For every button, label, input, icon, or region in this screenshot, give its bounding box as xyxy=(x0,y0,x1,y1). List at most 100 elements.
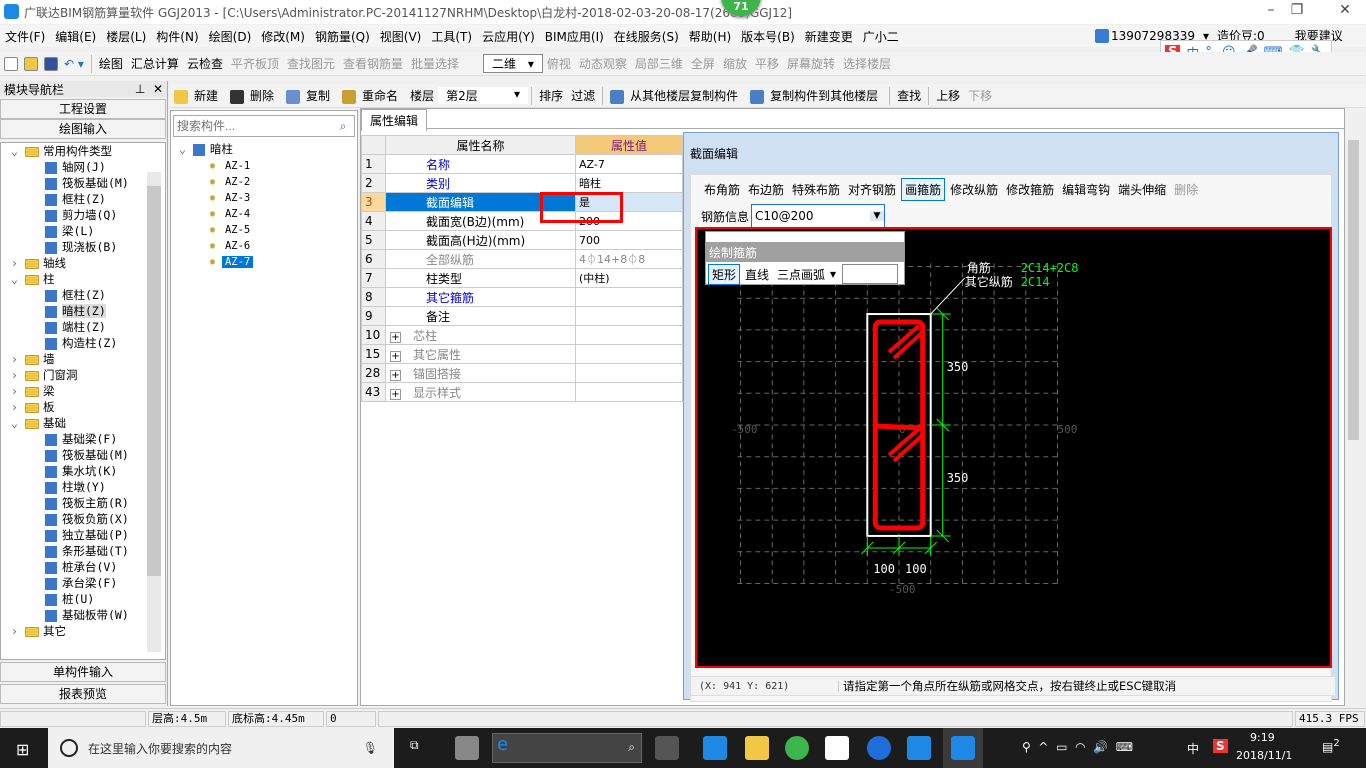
property-value-cell[interactable]: AZ-7 xyxy=(575,154,683,174)
view-toolbar-button[interactable]: 屏幕旋转 xyxy=(783,55,839,72)
component-item[interactable]: ✹ AZ-5 xyxy=(179,221,357,237)
tree-item[interactable]: 剪力墙(Q) xyxy=(1,207,165,223)
view-toolbar-button[interactable]: 全屏 xyxy=(687,55,719,72)
property-scrollbar[interactable] xyxy=(1345,130,1362,702)
tree-folder[interactable]: › 梁 xyxy=(1,383,165,399)
chevron-down-icon[interactable]: ▾ xyxy=(830,267,836,281)
maximize-button[interactable]: ❐ xyxy=(1282,2,1312,18)
report-preview-button[interactable]: 报表预览 xyxy=(0,684,166,704)
view-toolbar-button[interactable]: 俯视 xyxy=(543,55,575,72)
tree-item[interactable]: 现浇板(B) xyxy=(1,239,165,255)
component-search-input[interactable] xyxy=(174,116,332,136)
app-icon[interactable] xyxy=(455,736,479,760)
chevron-down-icon[interactable]: ⌄ xyxy=(11,415,25,431)
tree-folder[interactable]: › 门窗洞 xyxy=(1,367,165,383)
toolbar-button-disabled[interactable]: 平齐板顶 xyxy=(227,55,283,72)
undo-icon[interactable]: ↶ ▾ xyxy=(60,57,88,71)
copy-button[interactable]: 复制 xyxy=(282,87,338,104)
menu-item[interactable]: 构件(N) xyxy=(151,28,203,45)
section-tool-button[interactable]: 特殊布筋 xyxy=(789,179,843,200)
menu-item[interactable]: 云应用(Y) xyxy=(477,28,540,45)
toolbar-button-disabled[interactable]: 批量选择 xyxy=(407,55,463,72)
view-toolbar-button[interactable]: 选择楼层 xyxy=(839,55,895,72)
component-item[interactable]: ✹ AZ-4 xyxy=(179,205,357,221)
windows-start-icon[interactable]: ⊞ xyxy=(16,740,29,759)
component-item[interactable]: ✹ AZ-1 xyxy=(179,157,357,173)
section-canvas[interactable]: -500500-5000350350100100角筋2C14+2C8其它纵筋2C… xyxy=(695,227,1332,668)
property-row[interactable]: 6 全部纵筋 4⏀14+8⏀8 xyxy=(361,249,683,269)
floor-select[interactable]: 第2层 ▾ xyxy=(438,87,529,104)
tree-item[interactable]: 条形基础(T) xyxy=(1,543,165,559)
property-row[interactable]: 5 截面高(H边)(mm) 700 xyxy=(361,230,683,250)
browser-360-icon[interactable] xyxy=(785,736,809,760)
microphone-icon[interactable]: 🎙 xyxy=(363,741,378,755)
menu-item[interactable]: 在线服务(S) xyxy=(609,28,684,45)
tree-folder[interactable]: ⌄ 柱 xyxy=(1,271,165,287)
chevron-right-icon[interactable]: › xyxy=(11,367,25,383)
property-row[interactable]: 7 柱类型 (中柱) xyxy=(361,268,683,288)
property-row[interactable]: 3 截面编辑是 xyxy=(361,192,683,212)
section-tool-button[interactable]: 修改纵筋 xyxy=(947,179,1001,200)
tree-item[interactable]: 桩(U) xyxy=(1,591,165,607)
browser-search-box[interactable]: e ⌕ xyxy=(492,733,642,763)
tree-item[interactable]: 筏板基础(M) xyxy=(1,447,165,463)
section-tool-button[interactable]: 删除 xyxy=(1171,179,1201,200)
component-item[interactable]: ✹ AZ-3 xyxy=(179,189,357,205)
menu-item[interactable]: 版本号(B) xyxy=(736,28,800,45)
task-view-icon[interactable]: ⧉ xyxy=(410,738,419,753)
close-button[interactable]: ✕ xyxy=(1330,2,1360,18)
close-panel-icon[interactable]: ✕ xyxy=(153,82,163,96)
menu-item[interactable]: 视图(V) xyxy=(375,28,427,45)
property-value-cell[interactable]: 700 xyxy=(575,230,683,250)
tree-item[interactable]: 构造柱(Z) xyxy=(1,335,165,351)
property-value-cell[interactable] xyxy=(575,306,683,326)
action-center-icon[interactable]: ▤2 xyxy=(1322,738,1340,754)
tray-icons[interactable]: ⚲ ^ ▭ ◠ 🔊 ⌨ xyxy=(1022,740,1133,754)
toolbar-button-disabled[interactable]: 查找图元 xyxy=(283,55,339,72)
new-button[interactable]: 新建 xyxy=(170,87,226,104)
property-row[interactable]: 15 + 其它属性 xyxy=(361,344,683,364)
chevron-down-icon[interactable]: ⌄ xyxy=(11,271,25,287)
filter-button[interactable]: 过滤 xyxy=(567,87,599,104)
tree-item[interactable]: 承台梁(F) xyxy=(1,575,165,591)
tree-item[interactable]: 暗柱(Z) xyxy=(1,303,165,319)
component-item[interactable]: ✹ AZ-7 xyxy=(179,253,357,269)
menu-item[interactable]: 楼层(L) xyxy=(101,28,151,45)
property-value-cell[interactable] xyxy=(575,363,683,383)
chevron-right-icon[interactable]: › xyxy=(11,255,25,271)
search-icon[interactable]: ⌕ xyxy=(332,119,354,134)
tree-item[interactable]: 轴网(J) xyxy=(1,159,165,175)
single-input-button[interactable]: 单构件输入 xyxy=(0,662,166,682)
property-value-cell[interactable] xyxy=(575,325,683,345)
section-tool-button[interactable]: 布边筋 xyxy=(745,179,787,200)
delete-button[interactable]: 删除 xyxy=(226,87,282,104)
tree-item[interactable]: 基础梁(F) xyxy=(1,431,165,447)
file-explorer-icon[interactable] xyxy=(745,736,769,760)
rebar-info-select[interactable]: C10@200 ▼ xyxy=(751,204,886,228)
expand-icon[interactable]: + xyxy=(390,331,401,343)
tree-folder[interactable]: › 其它 xyxy=(1,623,165,639)
menu-item[interactable]: 帮助(H) xyxy=(684,28,736,45)
section-tool-button[interactable]: 对齐钢筋 xyxy=(845,179,899,200)
property-value-cell[interactable]: (中柱) xyxy=(575,268,683,288)
tree-folder[interactable]: ⌄ 基础 xyxy=(1,415,165,431)
tree-folder[interactable]: › 板 xyxy=(1,399,165,415)
tree-folder[interactable]: › 墙 xyxy=(1,351,165,367)
component-item[interactable]: ✹ AZ-6 xyxy=(179,237,357,253)
clock-date[interactable]: 2018/11/1 xyxy=(1236,749,1292,762)
sogou-tray-icon[interactable]: S xyxy=(1213,739,1228,753)
property-row[interactable]: 10 + 芯柱 xyxy=(361,325,683,345)
section-drawing[interactable]: -500500-5000350350100100角筋2C14+2C8其它纵筋2C… xyxy=(697,229,1330,666)
tree-item[interactable]: 框柱(Z) xyxy=(1,191,165,207)
section-tool-button[interactable]: 修改箍筋 xyxy=(1003,179,1057,200)
view-mode-select[interactable]: 二维 ▾ xyxy=(483,54,543,73)
menu-item[interactable]: 编辑(E) xyxy=(50,28,101,45)
find-button[interactable]: 查找 xyxy=(893,87,925,104)
tree-item[interactable]: 柱墩(Y) xyxy=(1,479,165,495)
property-value-cell[interactable] xyxy=(575,287,683,307)
property-value-cell[interactable] xyxy=(575,382,683,402)
edge-icon[interactable] xyxy=(867,736,891,760)
section-tool-button[interactable]: 画箍筋 xyxy=(901,177,946,201)
toolbar-button[interactable]: 绘图 xyxy=(95,55,127,72)
draw-option-select[interactable] xyxy=(842,264,899,284)
